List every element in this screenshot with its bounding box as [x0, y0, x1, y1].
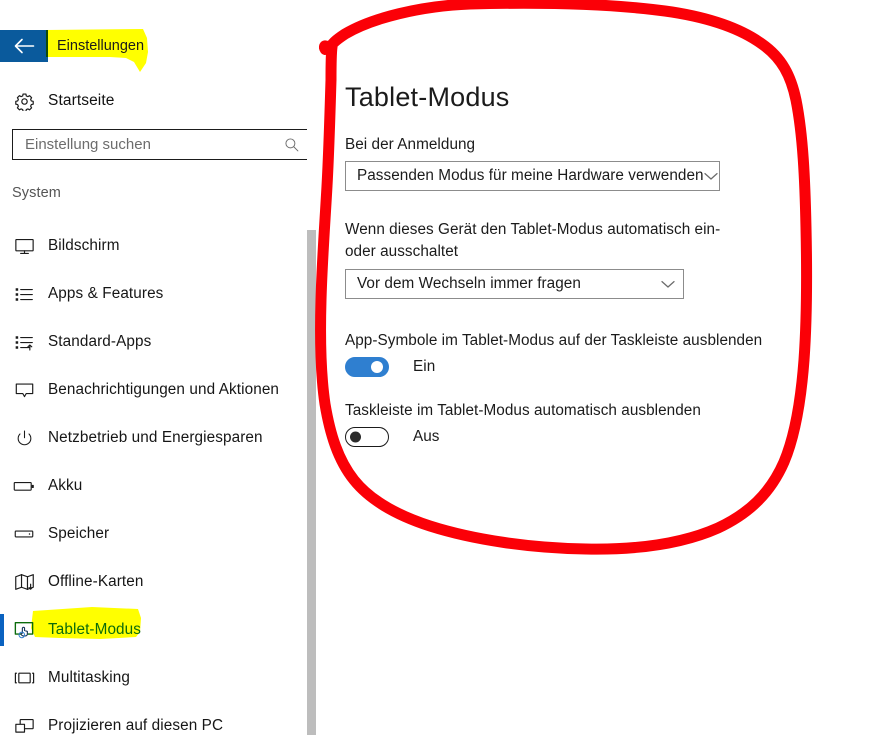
- signin-dropdown[interactable]: Passenden Modus für meine Hardware verwe…: [345, 161, 720, 191]
- project-screen-icon: [0, 717, 48, 736]
- toggle-knob: [371, 361, 383, 373]
- sidebar-item-label: Standard-Apps: [48, 333, 152, 350]
- back-button[interactable]: [0, 30, 48, 62]
- settings-window: Startseite System Bildschirm Apps & Featu…: [0, 0, 870, 756]
- sidebar-item-standard-apps[interactable]: Standard-Apps: [0, 318, 300, 366]
- sidebar-item-label: Multitasking: [48, 669, 130, 686]
- back-arrow-icon: [14, 38, 35, 54]
- storage-icon: [0, 528, 48, 540]
- sidebar-item-tablet-modus[interactable]: Tablet-Modus: [0, 606, 300, 654]
- sidebar-item-benachrichtigungen-und-aktionen[interactable]: Benachrichtigungen und Aktionen: [0, 366, 300, 414]
- sidebar-item-offline-karten[interactable]: Offline-Karten: [0, 558, 300, 606]
- sidebar-item-label: Akku: [48, 477, 83, 494]
- sidebar-item-label: Netzbetrieb und Energiesparen: [48, 429, 263, 446]
- sidebar-nav-list: Bildschirm Apps & Features Standard-Apps Be…: [0, 222, 300, 750]
- startseite-label: Startseite: [48, 92, 115, 109]
- chevron-down-icon[interactable]: [653, 280, 683, 289]
- sidebar-item-apps-features[interactable]: Apps & Features: [0, 270, 300, 318]
- hide-app-icons-label: App-Symbole im Tablet-Modus auf der Task…: [345, 332, 763, 349]
- sidebar-item-label: Tablet-Modus: [48, 621, 142, 638]
- auto-hide-taskbar-toggle-row: Aus: [345, 427, 440, 447]
- power-icon: [0, 429, 48, 448]
- tablet-touch-icon: [0, 620, 48, 640]
- sidebar-item-label: Projizieren auf diesen PC: [48, 717, 224, 734]
- multitasking-icon: [0, 670, 48, 686]
- main-pane: Tablet-Modus Bei der Anmeldung Passenden…: [320, 0, 870, 756]
- hide-app-icons-state: Ein: [413, 358, 436, 375]
- hide-app-icons-toggle[interactable]: [345, 357, 389, 377]
- toggle-knob: [350, 431, 361, 443]
- autoswitch-dropdown-value: Vor dem Wechseln immer fragen: [357, 275, 581, 292]
- default-apps-icon: [0, 333, 48, 352]
- sidebar-item-label: Offline-Karten: [48, 573, 144, 590]
- sidebar-item-speicher[interactable]: Speicher: [0, 510, 300, 558]
- sidebar-item-akku[interactable]: Akku: [0, 462, 300, 510]
- autoswitch-label: Wenn dieses Gerät den Tablet-Modus autom…: [345, 221, 721, 260]
- sidebar-item-label: Apps & Features: [48, 285, 164, 302]
- sidebar-item-multitasking[interactable]: Multitasking: [0, 654, 300, 702]
- auto-hide-taskbar-label: Taskleiste im Tablet-Modus automatisch a…: [345, 402, 701, 419]
- sidebar-item-label: Speicher: [48, 525, 110, 542]
- search-box[interactable]: [12, 129, 308, 160]
- notification-icon: [0, 381, 48, 400]
- sidebar-item-bildschirm[interactable]: Bildschirm: [0, 222, 300, 270]
- sidebar-item-startseite[interactable]: Startseite: [0, 82, 300, 120]
- list-icon: [0, 285, 48, 304]
- battery-icon: [0, 478, 48, 494]
- chevron-down-icon[interactable]: [704, 172, 719, 181]
- sidebar-item-projizieren-auf-diesen-pc[interactable]: Projizieren auf diesen PC: [0, 702, 300, 750]
- sidebar-scrollbar-thumb[interactable]: [307, 230, 316, 735]
- autoswitch-dropdown[interactable]: Vor dem Wechseln immer fragen: [345, 269, 684, 299]
- sidebar-item-label: Benachrichtigungen und Aktionen: [48, 381, 280, 398]
- gear-icon: [0, 92, 48, 111]
- search-icon[interactable]: [277, 137, 307, 153]
- sidebar-item-netzbetrieb-und-energiesparen[interactable]: Netzbetrieb und Energiesparen: [0, 414, 300, 462]
- sidebar: Startseite System Bildschirm Apps & Featu…: [0, 0, 308, 756]
- signin-label: Bei der Anmeldung: [345, 136, 476, 153]
- auto-hide-taskbar-toggle[interactable]: [345, 427, 389, 447]
- search-input[interactable]: [13, 130, 277, 159]
- signin-dropdown-value: Passenden Modus für meine Hardware verwe…: [357, 167, 704, 184]
- sidebar-item-label: Bildschirm: [48, 237, 120, 254]
- monitor-icon: [0, 237, 48, 256]
- page-title: Tablet-Modus: [345, 82, 510, 112]
- hide-app-icons-toggle-row: Ein: [345, 357, 435, 377]
- auto-hide-taskbar-state: Aus: [413, 428, 440, 445]
- map-icon: [0, 572, 48, 592]
- sidebar-section-header: System: [12, 185, 61, 201]
